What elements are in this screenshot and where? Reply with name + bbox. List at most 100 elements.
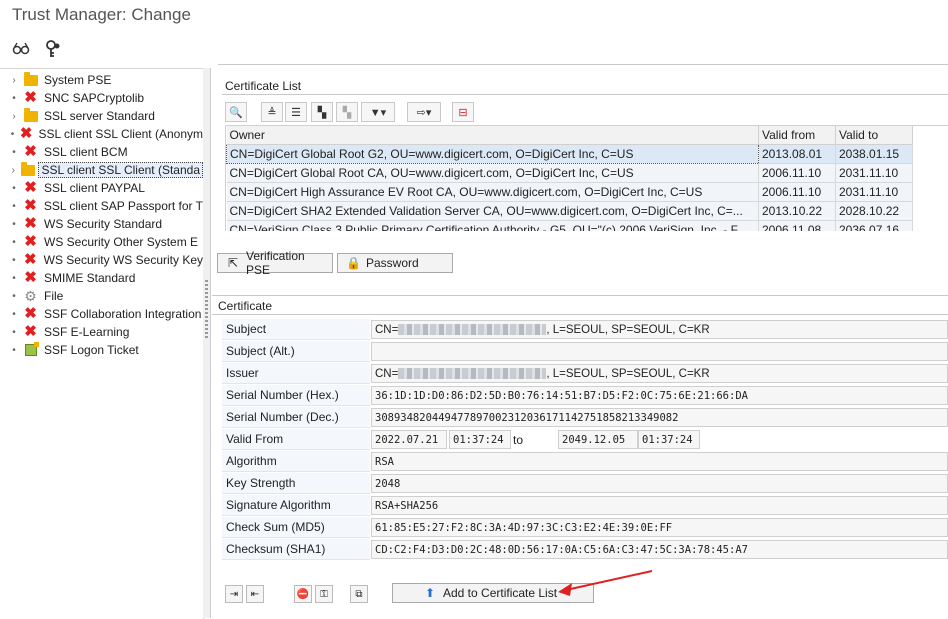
issuer-field[interactable]: CN=, L=SEOUL, SP=SEOUL, C=KR: [371, 364, 948, 383]
find-icon[interactable]: ▚: [311, 102, 333, 122]
tree-item[interactable]: • ✖ SSL client PAYPAL: [0, 179, 203, 197]
delete-icon[interactable]: ⊟: [452, 102, 474, 122]
column-header[interactable]: Valid from: [758, 126, 836, 145]
sort-descending-icon[interactable]: ☰: [285, 102, 307, 122]
valid-from-cell[interactable]: 2006.11.08: [758, 220, 836, 231]
export-icon[interactable]: ⇨▾: [407, 102, 441, 122]
window-title: Trust Manager: Change: [12, 5, 191, 24]
valid-to-cell[interactable]: 2036.07.16: [835, 220, 913, 231]
password-button[interactable]: 🔒 Password: [337, 253, 453, 273]
column-header[interactable]: Owner: [226, 126, 759, 145]
owner-cell[interactable]: CN=DigiCert Global Root G2, OU=www.digic…: [226, 144, 759, 164]
valid-to-date-field[interactable]: 2049.12.05: [558, 430, 638, 449]
table-row[interactable]: CN=VeriSign Class 3 Public Primary Certi…: [226, 220, 913, 231]
compare-icon[interactable]: ⧉: [350, 585, 368, 603]
bullet-icon: •: [12, 272, 16, 284]
verification-pse-button[interactable]: ⇱ Verification PSE: [217, 249, 333, 277]
column-header[interactable]: Valid to: [835, 126, 913, 145]
owner-cell[interactable]: CN=DigiCert SHA2 Extended Validation Ser…: [226, 201, 759, 221]
tree-item[interactable]: • ✖ SNC SAPCryptolib: [0, 89, 203, 107]
glasses-icon[interactable]: [10, 38, 32, 60]
owner-cell[interactable]: CN=VeriSign Class 3 Public Primary Certi…: [226, 220, 759, 231]
subject-field[interactable]: CN=, L=SEOUL, SP=SEOUL, C=KR: [371, 320, 948, 339]
valid-from-cell[interactable]: 2013.10.22: [758, 201, 836, 221]
algorithm-row: Algorithm RSA: [222, 451, 948, 473]
toolbar: [0, 32, 948, 64]
table-row[interactable]: CN=DigiCert High Assurance EV Root CA, O…: [226, 182, 913, 202]
error-icon: ✖: [19, 125, 33, 142]
folder-icon: [21, 161, 36, 177]
tree-item[interactable]: • ✖ WS Security Standard: [0, 215, 203, 233]
serial-dec-field[interactable]: 3089348204494778970023120361711427518582…: [371, 408, 948, 427]
table-row[interactable]: CN=DigiCert Global Root G2, OU=www.digic…: [226, 144, 913, 164]
export-icon[interactable]: ⇤: [246, 585, 264, 603]
sort-ascending-icon[interactable]: ≜: [261, 102, 283, 122]
divider: [222, 94, 948, 95]
lock-icon: 🔒: [346, 256, 361, 270]
valid-from-cell[interactable]: 2006.11.10: [758, 182, 836, 202]
bullet-icon: •: [10, 128, 15, 140]
error-icon: ✖: [24, 215, 37, 232]
tree-item[interactable]: • ✖ SMIME Standard: [0, 269, 203, 287]
bullet-icon: •: [12, 218, 16, 230]
valid-from-date-field[interactable]: 2022.07.21: [371, 430, 447, 449]
serial-hex-field[interactable]: 36:1D:1D:D0:86:D2:5D:B0:76:14:51:B7:D5:F…: [371, 386, 948, 405]
expand-icon[interactable]: ›: [9, 165, 17, 176]
tree-item[interactable]: • ✖ WS Security Other System E: [0, 233, 203, 251]
find-next-icon[interactable]: ▚: [336, 102, 358, 122]
expand-icon[interactable]: ›: [9, 111, 19, 122]
bullet-icon: •: [12, 200, 16, 212]
filter-icon[interactable]: ▼▾: [361, 102, 395, 122]
valid-to-time-field[interactable]: 01:37:24: [638, 430, 700, 449]
tree-item-label: WS Security Standard: [44, 217, 163, 231]
serial-dec-label: Serial Number (Dec.): [222, 407, 370, 428]
valid-from-time-field[interactable]: 01:37:24: [449, 430, 511, 449]
serial-hex-label: Serial Number (Hex.): [222, 385, 370, 406]
subject-label: Subject: [222, 319, 370, 340]
expand-icon[interactable]: ›: [9, 75, 19, 86]
details-icon[interactable]: 🔍: [225, 102, 247, 122]
tree-item[interactable]: • ✖ SSL client SAP Passport for T: [0, 197, 203, 215]
tree-item-label: SSF E-Learning: [44, 325, 130, 339]
tree-item[interactable]: • ✖ SSF E-Learning: [0, 323, 203, 341]
tree-item[interactable]: • SSF Logon Ticket: [0, 341, 203, 359]
import-icon[interactable]: ⇥: [225, 585, 243, 603]
tree-item[interactable]: • ✖ SSF Collaboration Integration: [0, 305, 203, 323]
attach-icon[interactable]: ⚿: [315, 585, 333, 603]
valid-from-cell[interactable]: 2013.08.01: [758, 144, 836, 164]
error-icon: ✖: [24, 269, 37, 286]
owner-cell[interactable]: CN=DigiCert Global Root CA, OU=www.digic…: [226, 163, 759, 183]
owner-cell[interactable]: CN=DigiCert High Assurance EV Root CA, O…: [226, 182, 759, 202]
valid-to-cell[interactable]: 2028.10.22: [835, 201, 913, 221]
md5-field[interactable]: 61:85:E5:27:F2:8C:3A:4D:97:3C:C3:E2:4E:3…: [371, 518, 948, 537]
splitter-grip[interactable]: [205, 280, 208, 340]
valid-to-cell[interactable]: 2031.11.10: [835, 163, 913, 183]
stop-icon[interactable]: ⛔: [294, 585, 312, 603]
valid-from-cell[interactable]: 2006.11.10: [758, 163, 836, 183]
tree-item-selected[interactable]: › SSL client SSL Client (Standa: [0, 161, 203, 179]
sha1-field[interactable]: CD:C2:F4:D3:D0:2C:48:0D:56:17:0A:C5:6A:C…: [371, 540, 948, 559]
key-strength-field[interactable]: 2048: [371, 474, 948, 493]
algorithm-field[interactable]: RSA: [371, 452, 948, 471]
pane-splitter[interactable]: [203, 68, 211, 618]
cert-list-title: Certificate List: [225, 79, 302, 93]
valid-to-cell[interactable]: 2031.11.10: [835, 182, 913, 202]
bullet-icon: •: [12, 308, 16, 320]
subject-alt-field[interactable]: [371, 342, 948, 361]
tree-item-label: System PSE: [44, 73, 112, 87]
key-icon[interactable]: [42, 38, 64, 60]
tree-item[interactable]: • ✖ SSL client BCM: [0, 143, 203, 161]
tree-item-label: SNC SAPCryptolib: [44, 91, 145, 105]
tree-item[interactable]: • ⚙ File: [0, 287, 203, 305]
tree-item[interactable]: • ✖ WS Security WS Security Key: [0, 251, 203, 269]
table-row[interactable]: CN=DigiCert SHA2 Extended Validation Ser…: [226, 201, 913, 221]
error-icon: ✖: [23, 251, 37, 268]
tree-item-label: SSL client PAYPAL: [44, 181, 145, 195]
tree-item[interactable]: • ✖ SSL client SSL Client (Anonym: [0, 125, 203, 143]
tree-item[interactable]: › System PSE: [0, 71, 203, 89]
tree-item[interactable]: › SSL server Standard: [0, 107, 203, 125]
valid-to-cell[interactable]: 2038.01.15: [835, 144, 913, 164]
serial-hex-row: Serial Number (Hex.) 36:1D:1D:D0:86:D2:5…: [222, 385, 948, 407]
table-row[interactable]: CN=DigiCert Global Root CA, OU=www.digic…: [226, 163, 913, 183]
signature-algorithm-field[interactable]: RSA+SHA256: [371, 496, 948, 515]
